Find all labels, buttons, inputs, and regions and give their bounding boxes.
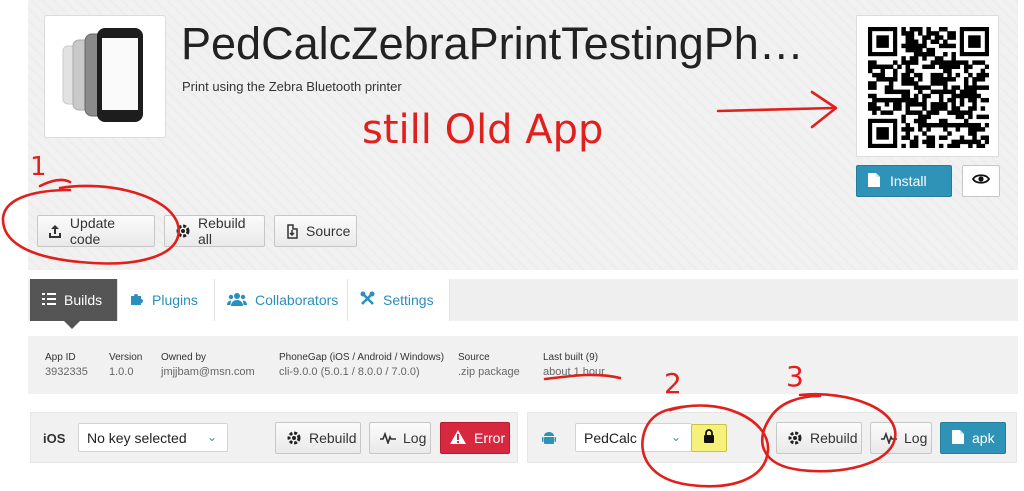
ios-log-button[interactable]: Log bbox=[369, 422, 431, 454]
log-label: Log bbox=[904, 430, 928, 446]
android-log-button[interactable]: Log bbox=[870, 422, 932, 454]
apk-file-icon bbox=[951, 429, 965, 448]
meta-value: 3932335 bbox=[45, 366, 88, 378]
meta-key: PhoneGap (iOS / Android / Windows) bbox=[279, 352, 445, 363]
users-icon bbox=[227, 292, 247, 309]
puzzle-icon bbox=[130, 292, 144, 309]
meta-key: Source bbox=[458, 352, 490, 363]
rebuild-gear-icon bbox=[175, 223, 191, 239]
meta-app-id: App ID 3932335 bbox=[45, 351, 88, 379]
app-icon bbox=[44, 15, 166, 138]
meta-phonegap: PhoneGap (iOS / Android / Windows) cli-9… bbox=[279, 351, 444, 379]
rebuild-gear-icon bbox=[286, 430, 302, 446]
wrench-icon bbox=[360, 291, 375, 309]
app-title: PedCalcZebraPrintTestingPh… bbox=[181, 18, 804, 69]
ios-error-button[interactable]: Error bbox=[440, 422, 510, 454]
qr-code bbox=[856, 15, 999, 157]
pulse-icon bbox=[881, 430, 897, 446]
warning-icon bbox=[449, 429, 467, 448]
source-button[interactable]: Source bbox=[274, 215, 357, 247]
meta-key: Version bbox=[109, 352, 143, 363]
android-key-value: PedCalc bbox=[584, 429, 637, 446]
apk-label: apk bbox=[972, 430, 995, 446]
source-download-icon bbox=[285, 223, 299, 239]
meta-value: jmjjbam@msn.com bbox=[161, 366, 255, 378]
list-icon bbox=[42, 292, 56, 308]
meta-owner: Owned by jmjjbam@msn.com bbox=[161, 351, 255, 379]
tab-label: Settings bbox=[383, 292, 434, 308]
log-label: Log bbox=[403, 430, 427, 446]
meta-key: App ID bbox=[45, 352, 76, 363]
meta-key: Owned by bbox=[161, 352, 207, 363]
install-label: Install bbox=[890, 173, 927, 189]
meta-source: Source .zip package bbox=[458, 351, 520, 379]
meta-last-built: Last built (9) about 1 hour bbox=[543, 351, 605, 379]
preview-button[interactable] bbox=[962, 165, 1000, 197]
rebuild-label: Rebuild bbox=[309, 430, 357, 446]
lock-icon bbox=[703, 428, 715, 448]
chevron-down-icon: ⌄ bbox=[206, 430, 217, 444]
download-apk-button[interactable]: apk bbox=[940, 422, 1006, 454]
meta-key: Last built (9) bbox=[543, 352, 599, 363]
meta-version: Version 1.0.0 bbox=[109, 351, 142, 379]
error-label: Error bbox=[474, 430, 506, 446]
meta-value: about 1 hour bbox=[543, 366, 605, 378]
unlock-key-button[interactable] bbox=[691, 424, 727, 452]
source-label: Source bbox=[306, 223, 351, 239]
ios-key-value: No key selected bbox=[87, 429, 187, 446]
install-button[interactable]: Install bbox=[856, 165, 952, 197]
ios-rebuild-button[interactable]: Rebuild bbox=[275, 422, 361, 454]
update-code-label: Update code bbox=[69, 215, 116, 247]
tab-label: Collaborators bbox=[255, 292, 339, 308]
meta-value: 1.0.0 bbox=[109, 366, 134, 378]
meta-value: .zip package bbox=[458, 366, 520, 378]
android-key-select[interactable]: PedCalc ⌄ bbox=[575, 423, 692, 452]
tab-plugins[interactable]: Plugins bbox=[118, 279, 215, 321]
rebuild-gear-icon bbox=[787, 430, 803, 446]
rebuild-all-button[interactable]: Rebuild all bbox=[164, 215, 265, 247]
ios-key-select[interactable]: No key selected ⌄ bbox=[78, 423, 228, 452]
upload-icon bbox=[48, 223, 63, 239]
rebuild-label: Rebuild bbox=[810, 430, 858, 446]
chevron-down-icon: ⌄ bbox=[670, 430, 681, 444]
install-icon bbox=[867, 172, 881, 191]
tab-collaborators[interactable]: Collaborators bbox=[215, 279, 348, 321]
pulse-icon bbox=[380, 430, 396, 446]
app-description: Print using the Zebra Bluetooth printer bbox=[182, 79, 402, 94]
tab-label: Plugins bbox=[152, 292, 198, 308]
eye-icon bbox=[971, 172, 991, 190]
update-code-button[interactable]: Update code bbox=[37, 215, 155, 247]
ios-label: iOS bbox=[43, 431, 66, 446]
tab-builds[interactable]: Builds bbox=[30, 279, 118, 321]
active-tab-pointer bbox=[64, 321, 80, 329]
android-icon bbox=[542, 430, 556, 451]
tab-label: Builds bbox=[64, 292, 103, 308]
rebuild-all-label: Rebuild all bbox=[198, 215, 246, 247]
meta-value: cli-9.0.0 (5.0.1 / 8.0.0 / 7.0.0) bbox=[279, 366, 420, 378]
tab-settings[interactable]: Settings bbox=[348, 279, 450, 321]
android-rebuild-button[interactable]: Rebuild bbox=[776, 422, 862, 454]
